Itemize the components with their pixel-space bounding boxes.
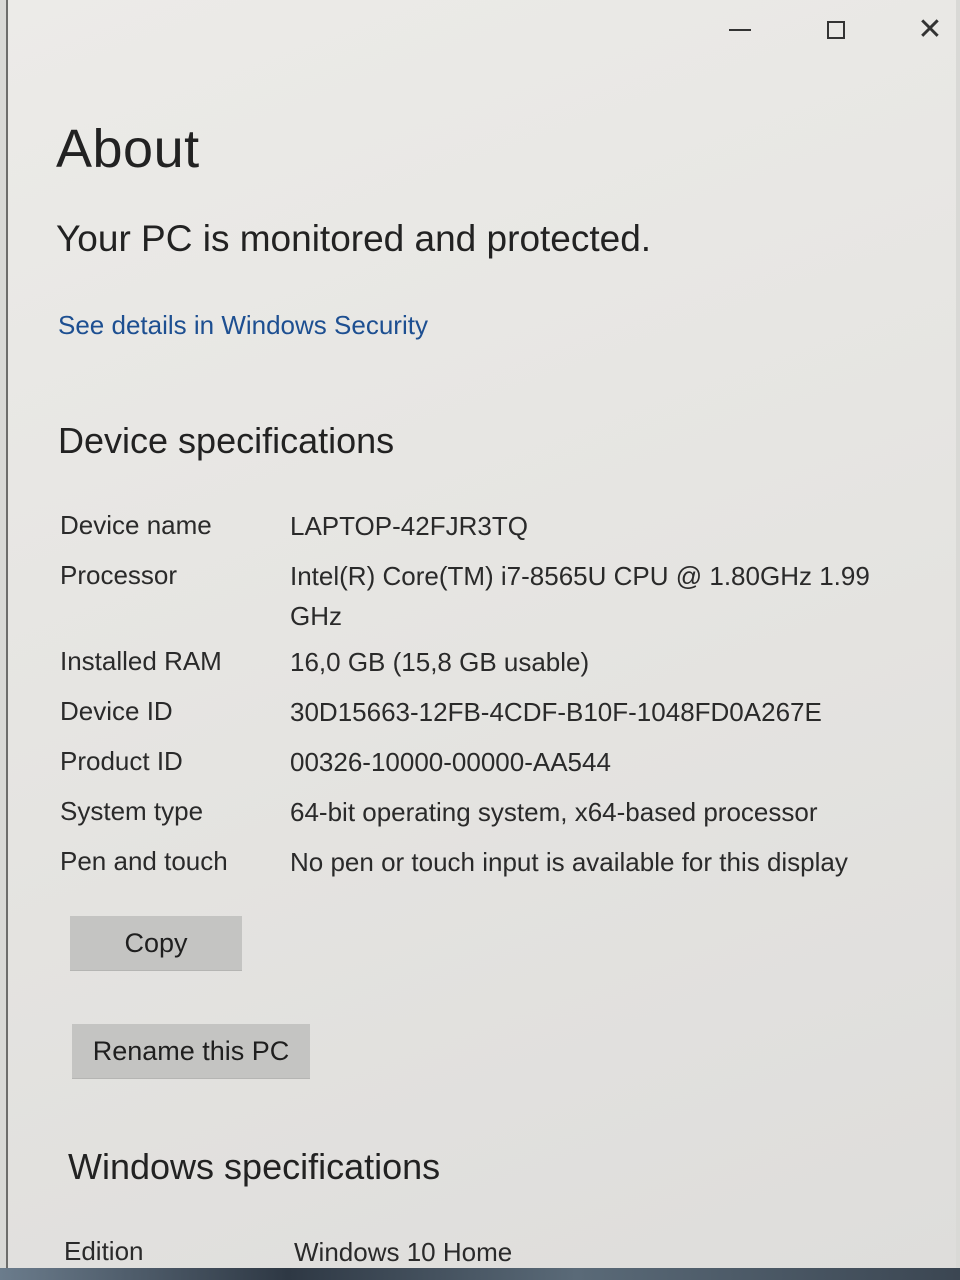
spec-value: 00326-10000-00000-AA544 (290, 747, 611, 777)
spec-label: Device ID (60, 696, 173, 726)
spec-label: Edition (64, 1236, 144, 1266)
spec-value: 16,0 GB (15,8 GB usable) (290, 647, 590, 677)
spec-label: Installed RAM (60, 646, 222, 676)
spec-value: 64-bit operating system, x64-based proce… (290, 797, 818, 827)
copy-button[interactable]: Copy (70, 916, 242, 970)
minimize-button[interactable] (718, 8, 762, 52)
page-title: About (56, 119, 200, 179)
spec-label: Pen and touch (60, 846, 228, 876)
rename-pc-button[interactable]: Rename this PC (72, 1024, 310, 1078)
windows-security-link[interactable]: See details in Windows Security (58, 310, 428, 341)
spec-value: 30D15663-12FB-4CDF-B10F-1048FD0A267E (290, 697, 822, 727)
device-specs-heading: Device specifications (58, 420, 395, 461)
maximize-button[interactable] (814, 8, 858, 52)
spec-label: System type (60, 796, 204, 826)
spec-value: LAPTOP-42FJR3TQ (290, 511, 528, 541)
protection-status: Your PC is monitored and protected. (56, 218, 652, 259)
spec-value: Intel(R) Core(TM) i7-8565U CPU @ 1.80GHz… (290, 561, 870, 631)
windows-specs-heading: Windows specifications (68, 1146, 441, 1187)
settings-window: ✕ About Your PC is monitored and protect… (6, 0, 956, 1268)
spec-label: Processor (60, 560, 178, 590)
desktop-background-strip (0, 1268, 960, 1280)
maximize-icon (827, 21, 845, 39)
close-icon: ✕ (917, 12, 943, 47)
close-button[interactable]: ✕ (908, 8, 952, 52)
spec-label: Device name (60, 510, 212, 540)
spec-label: Product ID (60, 746, 183, 776)
spec-value: No pen or touch input is available for t… (290, 847, 848, 877)
minimize-icon (729, 29, 751, 31)
spec-value: Windows 10 Home (294, 1237, 513, 1267)
